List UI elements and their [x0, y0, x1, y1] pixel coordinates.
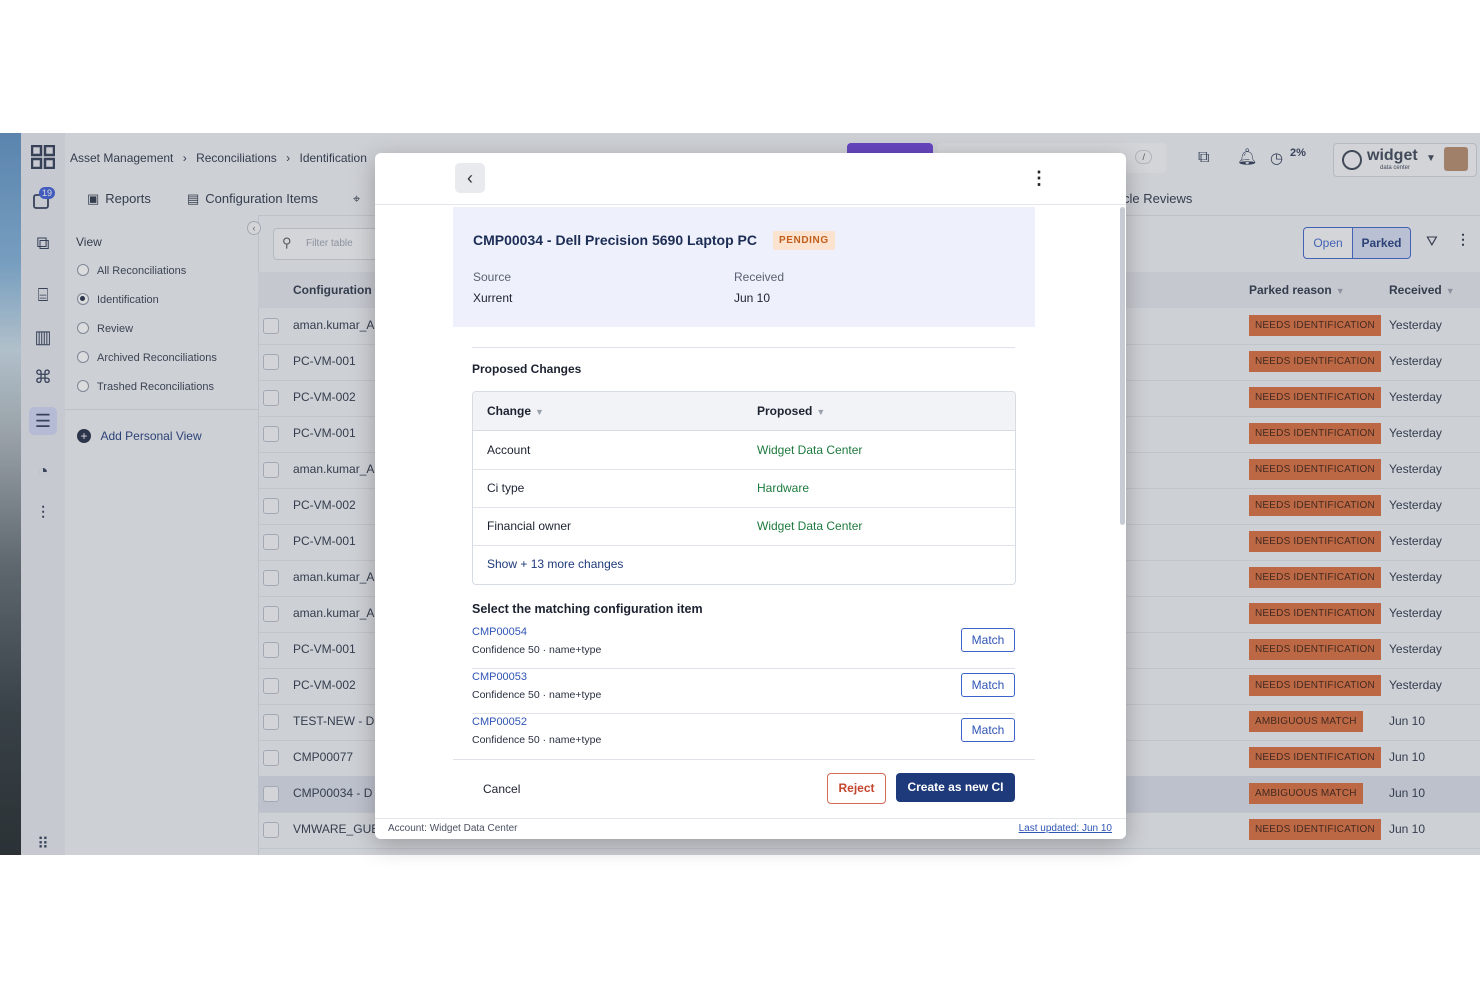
change-row: Ci type Hardware	[473, 469, 1015, 508]
status-badge: PENDING	[773, 231, 835, 250]
modal-header-divider	[375, 204, 1126, 205]
column-change[interactable]: Change ▼	[487, 404, 544, 418]
proposed-changes-table: Change ▼ Proposed ▼ Account Widget Data Ce…	[472, 391, 1016, 585]
more-options-icon[interactable]: ⋮	[1030, 167, 1048, 189]
show-more-row: Show + 13 more changes	[473, 545, 1015, 583]
change-field: Ci type	[487, 481, 525, 495]
candidate-confidence: Confidence 50 · name+type	[472, 644, 602, 656]
proposed-changes-heading: Proposed Changes	[472, 362, 582, 376]
footer-divider	[453, 759, 1035, 760]
match-heading: Select the matching configuration item	[472, 602, 703, 616]
change-value: Hardware	[757, 481, 810, 495]
reject-button[interactable]: Reject	[827, 773, 886, 804]
candidate-id-link[interactable]: CMP00053	[472, 671, 527, 683]
modal-status-bar: Account: Widget Data Center Last updated…	[375, 818, 1126, 839]
match-button[interactable]: Match	[961, 673, 1015, 697]
change-row: Financial owner Widget Data Center	[473, 507, 1015, 546]
received-label: Received	[734, 270, 785, 284]
candidate-item: CMP00054 Confidence 50 · name+type Match	[472, 623, 1015, 669]
column-proposed[interactable]: Proposed ▼	[757, 404, 825, 418]
modal-scrollbar[interactable]	[1120, 207, 1125, 525]
source-value: Xurrent	[473, 291, 513, 305]
sort-icon: ▼	[535, 407, 544, 417]
candidate-id-link[interactable]: CMP00054	[472, 626, 527, 638]
sort-icon: ▼	[816, 407, 826, 417]
reconciliation-modal: ‹ ⋮ CMP00034 - Dell Precision 5690 Lapto…	[375, 153, 1126, 839]
match-button[interactable]: Match	[961, 718, 1015, 742]
match-button[interactable]: Match	[961, 628, 1015, 652]
record-title: CMP00034 - Dell Precision 5690 Laptop PC	[473, 232, 757, 248]
back-button[interactable]: ‹	[455, 163, 485, 193]
change-value: Widget Data Center	[757, 519, 863, 533]
show-more-changes-link[interactable]: Show + 13 more changes	[487, 557, 623, 571]
candidate-item: CMP00053 Confidence 50 · name+type Match	[472, 668, 1015, 714]
change-row: Account Widget Data Center	[473, 431, 1015, 470]
last-updated-link[interactable]: Last updated: Jun 10	[1019, 823, 1112, 834]
candidate-item: CMP00052 Confidence 50 · name+type Match	[472, 713, 1015, 758]
change-value: Widget Data Center	[757, 443, 863, 457]
create-new-ci-button[interactable]: Create as new CI	[896, 773, 1015, 802]
source-label: Source	[473, 270, 512, 284]
candidate-id-link[interactable]: CMP00052	[472, 716, 527, 728]
section-divider	[472, 347, 1015, 348]
cancel-button[interactable]: Cancel	[483, 782, 520, 796]
candidate-confidence: Confidence 50 · name+type	[472, 689, 602, 701]
proposed-changes-header: Change ▼ Proposed ▼	[473, 392, 1015, 431]
change-field: Account	[487, 443, 531, 457]
candidate-confidence: Confidence 50 · name+type	[472, 734, 602, 746]
change-field: Financial owner	[487, 519, 572, 533]
account-footer: Account: Widget Data Center	[388, 823, 518, 834]
chevron-left-icon: ‹	[467, 168, 473, 188]
received-value: Jun 10	[734, 291, 771, 305]
record-summary: CMP00034 - Dell Precision 5690 Laptop PC…	[453, 207, 1035, 327]
